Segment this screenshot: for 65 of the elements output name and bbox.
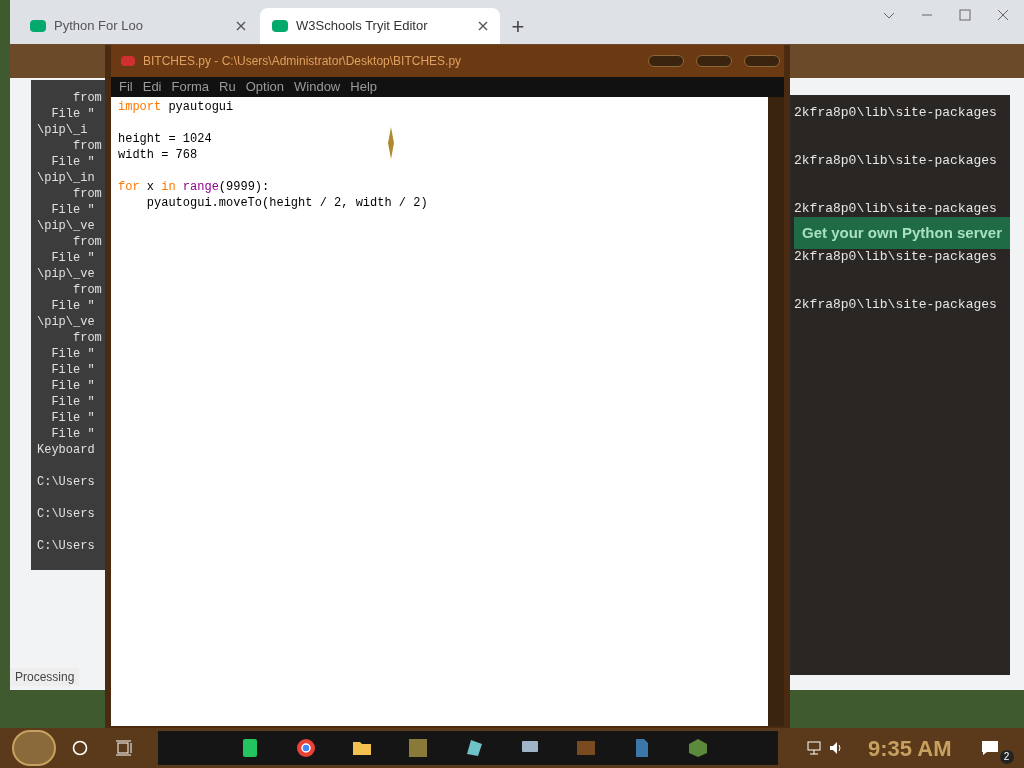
network-icon[interactable] xyxy=(806,740,822,756)
console-line: File " xyxy=(50,411,95,425)
console-line: 2kfra8p0\lib\site-packages xyxy=(794,297,997,312)
console-line: File " xyxy=(50,155,95,169)
task-view-icon xyxy=(115,740,133,756)
console-line: C:\Users xyxy=(37,539,95,553)
window-title: BITCHES.py - C:\Users\Administrator\Desktop\BITCHES.py xyxy=(143,53,462,70)
console-line: File " xyxy=(50,203,95,217)
close-icon[interactable] xyxy=(236,21,246,31)
console-line: File " xyxy=(50,395,95,409)
console-line: File " xyxy=(50,347,95,361)
console-line: from xyxy=(72,91,102,105)
banner-text: Get your own Python server xyxy=(801,222,1002,243)
console-line: Keyboard xyxy=(37,443,95,457)
console-line: 2kfra8p0\lib\site-packages xyxy=(794,249,997,264)
menu-item[interactable]: Forma xyxy=(171,77,210,97)
console-line: \pip\_i xyxy=(37,123,88,137)
maximize-button[interactable] xyxy=(696,55,732,67)
console-line: 2kfra8p0\lib\site-packages xyxy=(794,201,997,216)
new-tab-button[interactable]: + xyxy=(502,8,534,44)
console-line: from xyxy=(72,235,102,249)
close-icon[interactable] xyxy=(996,8,1010,22)
console-line: 2kfra8p0\lib\site-packages xyxy=(794,105,997,120)
console-line: from xyxy=(72,187,102,201)
menu-item[interactable]: Ru xyxy=(219,77,236,97)
console-line: from xyxy=(72,283,102,297)
code-line: pyautogui.moveTo(height / 2, width / 2) xyxy=(145,195,428,211)
console-line: File " xyxy=(50,299,95,313)
code-line: for x in range(9999): xyxy=(118,179,270,195)
menu-item[interactable]: Edi xyxy=(142,77,162,97)
volume-icon[interactable] xyxy=(828,740,844,756)
console-line: from xyxy=(72,331,102,345)
console-line: \pip\_ve xyxy=(37,315,95,329)
console-line: File " xyxy=(50,427,95,441)
menu-item[interactable]: Fil xyxy=(119,77,133,97)
compass-needle-icon xyxy=(388,127,394,159)
console-line: C:\Users xyxy=(37,507,95,521)
close-icon[interactable] xyxy=(478,21,488,31)
browser-tab[interactable]: W3Schools Tryit Editor xyxy=(260,8,500,44)
scrollbar[interactable] xyxy=(768,97,784,726)
status-text: Processing xyxy=(10,668,80,686)
start-button[interactable] xyxy=(12,730,56,766)
code-line: width = 768 xyxy=(118,147,198,163)
console-line: \pip\_ve xyxy=(37,219,95,233)
console-line: 2kfra8p0\lib\site-packages xyxy=(794,153,997,168)
code-line: height = 1024 xyxy=(118,131,212,147)
minimize-button[interactable] xyxy=(648,55,684,67)
console-line: C:\Users xyxy=(37,475,95,489)
code-editor[interactable]: import pyautogui height = 1024 width = 768 for x in range(9999): pyautogui.moveTo(height / 2, width / 2) xyxy=(111,97,784,726)
close-button[interactable] xyxy=(744,55,780,67)
clock-time[interactable]: 9:35 AM xyxy=(868,731,952,765)
code-line: import pyautogui xyxy=(118,99,234,115)
menu-item[interactable]: Option xyxy=(245,77,284,97)
console-line: \pip\_in xyxy=(37,171,95,185)
console-line: File " xyxy=(50,107,95,121)
console-line: File " xyxy=(50,363,95,377)
console-line: File " xyxy=(50,379,95,393)
menu-item[interactable]: Window xyxy=(294,77,341,97)
menu-item[interactable]: Help xyxy=(350,77,377,97)
notification-count: 2 xyxy=(999,750,1014,764)
message-icon xyxy=(980,740,999,756)
console-line: File " xyxy=(50,251,95,265)
console-line: \pip\_ve xyxy=(37,267,95,281)
console-line: from xyxy=(72,139,102,153)
circle-icon xyxy=(72,740,88,756)
